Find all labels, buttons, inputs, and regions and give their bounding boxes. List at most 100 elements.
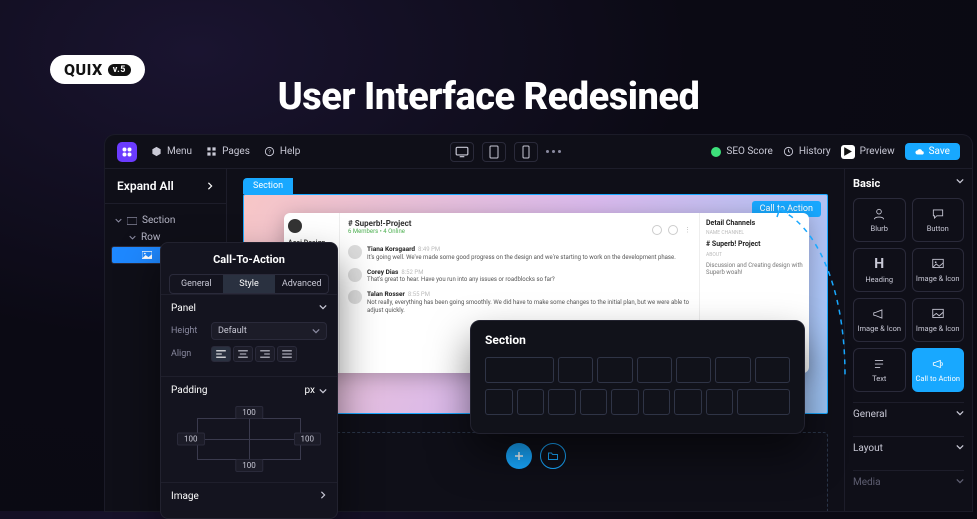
element-button[interactable]: Button: [912, 198, 965, 242]
layout-option[interactable]: [706, 389, 734, 415]
elements-panel: Basic Blurb Button HHeading Image & Icon…: [844, 169, 972, 511]
help-label: Help: [280, 146, 300, 157]
toolbar: Menu Pages ? Help SEO Score History: [105, 135, 972, 169]
heading-icon: H: [874, 256, 884, 272]
svg-text:?: ?: [268, 149, 271, 155]
app-logo-icon[interactable]: [117, 142, 137, 162]
element-blurb[interactable]: Blurb: [853, 198, 906, 242]
layout-option[interactable]: [755, 357, 790, 383]
layout-option[interactable]: [637, 357, 672, 383]
save-button[interactable]: Save: [905, 143, 960, 160]
save-label: Save: [929, 146, 950, 157]
menu-label: Menu: [167, 146, 192, 157]
layout-option[interactable]: [737, 389, 790, 415]
hero-title: User Interface Redesined: [278, 75, 700, 119]
padding-label: Padding: [171, 385, 208, 396]
element-heading[interactable]: HHeading: [853, 248, 906, 292]
brand-version: v.5: [108, 64, 131, 76]
cta-settings-panel: Call-To-Action General Style Advanced Pa…: [160, 242, 338, 519]
pages-label: Pages: [222, 146, 250, 157]
chevron-down-icon: [956, 477, 964, 485]
elements-basic-label: Basic: [853, 177, 880, 190]
element-image-icon-2[interactable]: Image & Icon: [853, 298, 906, 342]
layout-option[interactable]: [611, 389, 639, 415]
menu-button[interactable]: Menu: [151, 146, 192, 157]
align-left-button[interactable]: [211, 346, 231, 362]
more-icon[interactable]: [546, 150, 561, 153]
align-justify-button[interactable]: [277, 346, 297, 362]
element-image-icon[interactable]: Image & Icon: [912, 248, 965, 292]
padding-unit[interactable]: px: [304, 385, 315, 396]
picture-icon: [931, 307, 945, 321]
cta-tab-style[interactable]: Style: [223, 275, 276, 293]
mock-chat-sub: 6 Members • 4 Online: [348, 228, 411, 235]
element-image-icon-3[interactable]: Image & Icon: [912, 298, 965, 342]
height-select[interactable]: Default: [211, 322, 327, 340]
preview-button[interactable]: Preview: [841, 145, 895, 159]
image-icon: [142, 251, 152, 259]
add-section-button[interactable]: [506, 443, 532, 469]
layout-option[interactable]: [558, 357, 593, 383]
padding-bottom-input[interactable]: 100: [235, 459, 263, 472]
height-value: Default: [218, 326, 247, 336]
folder-icon: [547, 450, 559, 462]
seo-score-button[interactable]: SEO Score: [711, 146, 772, 157]
element-call-to-action[interactable]: Call to Action: [912, 348, 965, 392]
user-icon: [872, 207, 886, 221]
tree-node-section[interactable]: Section: [111, 212, 220, 229]
chevron-down-icon[interactable]: [319, 387, 327, 395]
mock-logo-icon: [288, 219, 302, 233]
cta-tab-general[interactable]: General: [170, 275, 223, 293]
device-desktop-button[interactable]: [450, 142, 474, 162]
chevron-down-icon: [956, 409, 964, 417]
layout-option[interactable]: [517, 389, 545, 415]
mock-about-text: Discussion and Creating design with Supe…: [706, 262, 803, 276]
layout-option[interactable]: [485, 389, 513, 415]
cta-icon: [931, 357, 945, 371]
layout-option[interactable]: [676, 357, 711, 383]
group-layout[interactable]: Layout: [853, 436, 964, 460]
history-button[interactable]: History: [783, 146, 831, 157]
chevron-right-icon[interactable]: [319, 491, 327, 499]
add-library-button[interactable]: [540, 443, 566, 469]
align-center-button[interactable]: [233, 346, 253, 362]
padding-left-input[interactable]: 100: [177, 433, 205, 446]
align-label: Align: [171, 349, 205, 359]
plus-icon: [513, 450, 525, 462]
megaphone-icon: [872, 307, 886, 321]
mock-message: Talan Rosser 8:55 PMNot really, everythi…: [348, 290, 691, 314]
brand-name: QUIX: [64, 60, 103, 79]
pages-button[interactable]: Pages: [206, 146, 250, 157]
layout-option[interactable]: [580, 389, 608, 415]
cta-tab-advanced[interactable]: Advanced: [275, 275, 328, 293]
device-tablet-button[interactable]: [482, 142, 506, 162]
cloud-icon: [915, 147, 925, 157]
tree-label: Row: [141, 232, 160, 243]
expand-all-button[interactable]: Expand All: [105, 169, 226, 204]
help-button[interactable]: ? Help: [264, 146, 300, 157]
section-tag[interactable]: Section: [243, 178, 293, 194]
padding-top-input[interactable]: 100: [235, 406, 263, 419]
padding-right-input[interactable]: 100: [294, 433, 322, 446]
layout-option[interactable]: [715, 357, 750, 383]
panel-section-label: Panel: [171, 303, 196, 314]
height-label: Height: [171, 326, 205, 336]
mock-detail-header: Detail Channels: [706, 219, 803, 227]
chevron-right-icon: [206, 182, 214, 190]
chevron-down-icon[interactable]: [956, 177, 964, 185]
device-mobile-button[interactable]: [514, 142, 538, 162]
chevron-down-icon[interactable]: [319, 303, 327, 311]
layout-option[interactable]: [485, 357, 554, 383]
chevron-down-icon: [312, 327, 320, 335]
layout-option[interactable]: [674, 389, 702, 415]
element-text[interactable]: Text: [853, 348, 906, 392]
align-right-button[interactable]: [255, 346, 275, 362]
image-icon: [931, 257, 945, 271]
layout-option[interactable]: [597, 357, 632, 383]
mock-more-icon: ⋮: [684, 226, 691, 234]
group-media[interactable]: Media: [853, 470, 964, 494]
layout-option[interactable]: [548, 389, 576, 415]
group-general[interactable]: General: [853, 402, 964, 426]
section-layout-picker: Section: [470, 320, 805, 434]
layout-option[interactable]: [643, 389, 671, 415]
